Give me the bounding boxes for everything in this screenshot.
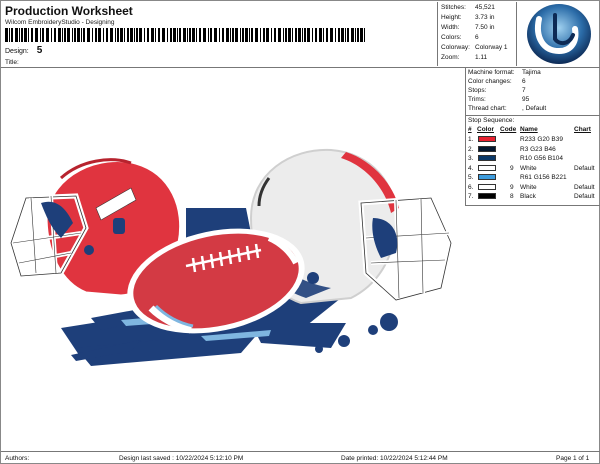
stop-chart: Default (574, 183, 595, 191)
stat-colors: Colors: 6 (441, 34, 479, 41)
stat-colorway: Colorway: Colorway 1 (441, 44, 508, 51)
stop-name: R61 G156 B221 (520, 174, 567, 181)
stop-sequence-title: Stop Sequence: (468, 117, 515, 124)
stop-code: 9 (510, 183, 514, 191)
worksheet: Production Worksheet Wilcom EmbroiderySt… (0, 0, 600, 464)
thread-color-swatch (478, 193, 496, 199)
design-canvas (1, 68, 465, 453)
barcode-icon (5, 28, 365, 42)
app-subtitle: Wilcom EmbroideryStudio - Designing (5, 19, 115, 26)
stop-row: 4. 9 White Default (466, 164, 600, 174)
page-title: Production Worksheet (5, 4, 133, 18)
stop-num: 6. (468, 183, 474, 191)
info-color-changes: Color changes: 6 (468, 78, 526, 85)
stop-num: 2. (468, 145, 474, 153)
thread-color-swatch (478, 136, 496, 142)
info-trims: Trims: 95 (468, 96, 530, 103)
info-machine-format: Machine format: Tajima (468, 69, 541, 76)
col-header-color: Color (477, 126, 494, 133)
stop-row: 5. R61 G156 B221 (466, 174, 600, 183)
thread-color-swatch (478, 183, 496, 190)
stop-row: 7. 8 Black Default (466, 193, 600, 202)
stop-chart: Default (574, 164, 595, 172)
design-saved-date: Design last saved : 10/22/2024 5:12:10 P… (119, 455, 244, 462)
stop-name: White (520, 183, 537, 191)
col-header-chart: Chart (574, 126, 591, 133)
football-design-artwork (8, 148, 454, 366)
thread-color-swatch (478, 164, 496, 171)
stop-sequence-panel: Stop Sequence: # Color Code Name Chart 1… (465, 116, 600, 206)
title-label: Title: (5, 59, 19, 66)
col-header-num: # (468, 126, 472, 133)
stop-num: 7. (468, 193, 474, 200)
stop-name: R3 G23 B46 (520, 145, 556, 153)
design-row: Design: 5 (5, 45, 42, 56)
stop-num: 1. (468, 136, 474, 143)
thread-color-swatch (478, 174, 496, 180)
stop-row: 3. R10 G56 B104 (466, 155, 600, 164)
stat-height: Height: 3.73 in (441, 14, 495, 21)
stop-name: R10 G56 B104 (520, 155, 564, 162)
info-thread-chart: Thread chart:, Default (468, 105, 547, 112)
info-stops: Stops: 7 (468, 87, 526, 94)
stat-zoom: Zoom: 1.11 (441, 54, 488, 61)
authors-label: Authors: (5, 455, 30, 462)
stop-code: 8 (510, 193, 514, 200)
date-printed: Date printed: 10/22/2024 5:12:44 PM (341, 455, 448, 462)
wilcom-logo-icon (527, 4, 591, 64)
worksheet-header: Production Worksheet Wilcom EmbroiderySt… (1, 1, 600, 68)
machine-info-panel: Machine format: Tajima Color changes: 6 St… (465, 68, 600, 116)
stop-num: 4. (468, 164, 474, 172)
stop-code: 9 (510, 164, 514, 172)
stop-row: 6. 9 White Default (466, 183, 600, 193)
stat-stitches: Stitches: 45,521 (441, 4, 495, 11)
col-header-code: Code (500, 126, 517, 133)
design-label: Design: (5, 48, 29, 55)
thread-color-swatch (478, 155, 496, 161)
stop-row: 2. R3 G23 B46 (466, 145, 600, 155)
page-number: Page 1 of 1 (556, 455, 590, 462)
stop-name: Black (520, 193, 536, 200)
stop-num: 3. (468, 155, 474, 162)
stop-row: 1. R233 G20 B39 (466, 136, 600, 145)
stop-name: White (520, 164, 537, 172)
stop-num: 5. (468, 174, 474, 181)
stop-chart: Default (574, 193, 595, 200)
stop-name: R233 G20 B39 (520, 136, 564, 143)
design-number: 5 (36, 45, 43, 56)
thread-color-swatch (478, 145, 496, 152)
worksheet-footer: Authors: Design last saved : 10/22/2024 … (1, 451, 600, 464)
stats-panel: Stitches: 45,521 Height: 3.73 in Width: 7.5… (437, 2, 517, 66)
col-header-name: Name (520, 126, 538, 133)
stat-width: Width: 7.50 in (441, 24, 495, 31)
